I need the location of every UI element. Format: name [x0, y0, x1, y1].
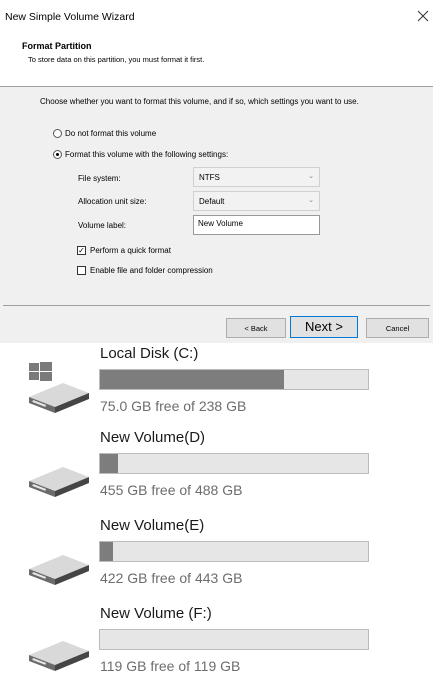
file-system-dropdown[interactable]: NTFS ⌄ [193, 167, 320, 187]
next-button[interactable]: Next > [290, 316, 358, 338]
drive-free-space: 455 GB free of 488 GB [100, 482, 243, 498]
divider [3, 305, 430, 306]
back-button[interactable]: < Back [226, 318, 286, 338]
wizard-header: Format Partition To store data on this p… [0, 36, 433, 86]
radio-button-selected[interactable] [53, 150, 62, 159]
drive-item-f[interactable]: New Volume (F:) 119 GB free of 119 GB [0, 603, 433, 677]
drive-item-d[interactable]: New Volume(D) 455 GB free of 488 GB [0, 427, 433, 511]
page-subtitle: To store data on this partition, you mus… [28, 55, 205, 64]
quick-format-checkbox-row[interactable]: ✓ Perform a quick format [77, 246, 171, 255]
radio-label: Format this volume with the following se… [65, 150, 229, 159]
compression-label: Enable file and folder compression [90, 266, 213, 275]
drive-name: New Volume(E) [100, 517, 205, 534]
drive-free-space: 119 GB free of 119 GB [100, 658, 241, 674]
format-description: Choose whether you want to format this v… [40, 97, 359, 106]
volume-label-input[interactable]: New Volume [193, 215, 320, 235]
format-partition-dialog: New Simple Volume Wizard Format Partitio… [0, 0, 433, 343]
drive-name: New Volume (F:) [100, 605, 212, 622]
capacity-bar [99, 629, 369, 650]
quick-format-checkbox[interactable]: ✓ [77, 246, 86, 255]
close-icon[interactable] [414, 7, 432, 25]
drive-item-c[interactable]: Local Disk (C:) 75.0 GB free of 238 GB [0, 343, 433, 427]
compression-checkbox-row[interactable]: Enable file and folder compression [77, 266, 213, 275]
allocation-unit-value: Default [199, 197, 225, 206]
drive-free-space: 75.0 GB free of 238 GB [100, 398, 247, 414]
quick-format-label: Perform a quick format [90, 246, 171, 255]
wizard-body: Choose whether you want to format this v… [0, 86, 433, 343]
radio-label: Do not format this volume [65, 129, 157, 138]
volume-label-label: Volume label: [78, 221, 127, 230]
drive-name: New Volume(D) [100, 429, 206, 446]
radio-do-not-format[interactable]: Do not format this volume [53, 129, 156, 138]
system-drive-icon [27, 361, 91, 413]
radio-format-volume[interactable]: Format this volume with the following se… [53, 150, 228, 159]
drive-icon [27, 449, 91, 501]
chevron-down-icon: ⌄ [308, 173, 314, 180]
capacity-bar-fill [100, 454, 118, 473]
page-title: Format Partition [22, 41, 92, 51]
drive-icon [27, 537, 91, 589]
cancel-button[interactable]: Cancel [366, 318, 429, 338]
radio-button-unselected[interactable] [53, 129, 62, 138]
capacity-bar [99, 369, 369, 390]
drive-name: Local Disk (C:) [100, 345, 199, 362]
window-title: New Simple Volume Wizard [5, 11, 135, 23]
file-system-label: File system: [78, 174, 121, 183]
capacity-bar-fill [100, 370, 284, 389]
capacity-bar [99, 541, 369, 562]
title-bar: New Simple Volume Wizard [0, 0, 433, 34]
drive-item-e[interactable]: New Volume(E) 422 GB free of 443 GB [0, 515, 433, 599]
compression-checkbox[interactable] [77, 266, 86, 275]
capacity-bar [99, 453, 369, 474]
chevron-down-icon: ⌄ [308, 197, 314, 204]
capacity-bar-fill [100, 542, 113, 561]
allocation-unit-label: Allocation unit size: [78, 197, 147, 206]
drive-free-space: 422 GB free of 443 GB [100, 570, 243, 586]
file-system-value: NTFS [199, 173, 220, 182]
drive-icon [27, 623, 91, 675]
drive-list: Local Disk (C:) 75.0 GB free of 238 GB N… [0, 343, 433, 677]
allocation-unit-dropdown[interactable]: Default ⌄ [193, 191, 320, 211]
